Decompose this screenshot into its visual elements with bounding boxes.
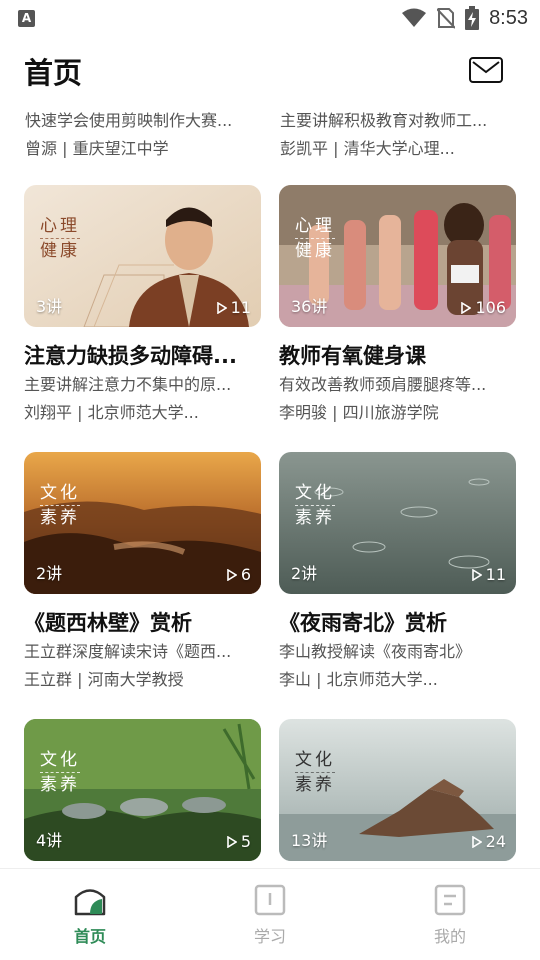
profile-icon [434,884,466,916]
tab-study[interactable]: 学习 [220,883,320,947]
battery-charging-icon [465,6,480,30]
category-line1: 文化 [40,483,80,503]
category-line2: 素养 [40,775,80,795]
category-divider [295,772,335,773]
status-bar: A 8:53 [0,0,540,36]
course-desc: 快速学会使用剪映制作大赛... [25,111,233,130]
lesson-count: 2讲 [36,564,63,583]
mail-icon[interactable] [469,57,503,83]
tab-study-label: 学习 [253,927,286,946]
category-tag: 心理 健康 [295,215,335,262]
app-notification-icon: A [18,10,35,27]
play-icon [471,568,482,581]
play-count: 24 [471,832,506,851]
course-feed[interactable]: 快速学会使用剪映制作大赛... 曾源 | 重庆望江中学 主要讲解积极教育对教师工… [0,100,540,865]
category-line2: 素养 [40,508,80,528]
book-icon [254,884,286,916]
category-line2: 健康 [40,241,80,261]
play-count-value: 24 [485,832,506,851]
course-card[interactable]: 主要讲解积极教育对教师工... 彭凯平 | 清华大学心理... [280,110,517,160]
course-thumbnail[interactable]: 文化 素养 13讲 24 [279,719,516,861]
course-desc: 主要讲解注意力不集中的原... [24,375,232,394]
course-desc: 王立群深度解读宋诗《题西... [24,642,232,661]
course-card[interactable]: 快速学会使用剪映制作大赛... 曾源 | 重庆望江中学 [25,110,262,160]
course-thumbnail[interactable]: 文化 素养 2讲 6 [24,452,261,594]
play-count: 11 [216,298,251,317]
course-title[interactable]: 《夜雨寄北》赏析 [279,609,516,637]
header: 首页 [0,40,540,100]
page-title: 首页 [24,56,83,90]
category-line2: 素养 [295,775,335,795]
status-time: 8:53 [489,6,528,29]
play-count-value: 11 [485,565,506,584]
tab-home[interactable]: 首页 [40,883,140,947]
course-meta: 彭凯平 | 清华大学心理... [280,139,455,158]
category-tag: 文化 素养 [40,482,80,529]
course-desc: 有效改善教师颈肩腰腿疼等... [279,375,487,394]
category-divider [295,238,335,239]
course-meta: 刘翔平 | 北京师范大学... [24,403,199,422]
category-tag: 文化 素养 [40,749,80,796]
play-count: 6 [227,565,251,584]
play-count: 106 [461,298,506,317]
course-desc: 主要讲解积极教育对教师工... [280,111,488,130]
course-title[interactable]: 注意力缺损多动障碍... [24,342,261,370]
play-icon [227,568,237,581]
play-count: 5 [227,832,251,851]
play-count-value: 6 [240,565,251,584]
course-card[interactable]: 文化 素养 2讲 6 《题西林壁》赏析 王立群深度解读宋诗《题西... 王立群 … [24,452,261,691]
category-divider [295,505,335,506]
category-line1: 心理 [295,216,335,236]
course-thumbnail[interactable]: 文化 素养 2讲 11 [279,452,516,594]
course-thumbnail[interactable]: 文化 素养 4讲 5 [24,719,261,861]
wifi-icon [402,8,427,27]
category-tag: 文化 素养 [295,749,335,796]
category-divider [40,772,80,773]
play-count-value: 5 [240,832,251,851]
lesson-count: 3讲 [36,297,63,316]
category-line1: 文化 [295,750,335,770]
play-icon [216,301,227,314]
course-title[interactable]: 《题西林壁》赏析 [24,609,261,637]
play-count: 11 [471,565,506,584]
status-indicators: 8:53 [401,6,528,30]
no-sim-icon [437,8,456,29]
play-icon [461,301,472,314]
course-meta: 李明骏 | 四川旅游学院 [279,403,439,422]
play-icon [227,835,237,848]
play-icon [471,835,482,848]
lesson-count: 2讲 [291,564,318,583]
category-tag: 文化 素养 [295,482,335,529]
category-line2: 素养 [295,508,335,528]
category-divider [40,505,80,506]
lesson-count: 36讲 [291,297,328,316]
course-thumbnail[interactable]: 心理 健康 3讲 11 [24,185,261,327]
bottom-tab-bar: 首页 学习 我的 [0,868,540,960]
category-line1: 心理 [40,216,80,236]
category-line1: 文化 [295,483,335,503]
course-meta: 李山 | 北京师范大学... [279,670,438,689]
course-card[interactable]: 文化 素养 2讲 11 《夜雨寄北》赏析 李山教授解读《夜雨寄北》 李山 | 北… [279,452,516,691]
course-card[interactable]: 心理 健康 3讲 11 注意力缺损多动障碍... 主要讲解注意力不集中的原...… [24,185,261,424]
course-card[interactable]: 文化 素养 13讲 24 [279,719,516,861]
home-icon [74,889,106,916]
tab-mine-label: 我的 [433,927,466,946]
category-tag: 心理 健康 [40,215,80,262]
play-count-value: 106 [475,298,506,317]
course-thumbnail[interactable]: 心理 健康 36讲 106 [279,185,516,327]
course-meta: 曾源 | 重庆望江中学 [25,139,169,158]
tab-home-label: 首页 [73,927,106,946]
category-divider [40,238,80,239]
course-desc: 李山教授解读《夜雨寄北》 [279,642,472,661]
course-card[interactable]: 心理 健康 36讲 106 教师有氧健身课 有效改善教师颈肩腰腿疼等... 李明… [279,185,516,424]
course-meta: 王立群 | 河南大学教授 [24,670,184,689]
play-count-value: 11 [230,298,251,317]
category-line2: 健康 [295,241,335,261]
tab-mine[interactable]: 我的 [400,883,500,947]
course-card[interactable]: 文化 素养 4讲 5 [24,719,261,861]
lesson-count: 13讲 [291,831,328,850]
lesson-count: 4讲 [36,831,63,850]
course-title[interactable]: 教师有氧健身课 [279,342,516,370]
category-line1: 文化 [40,750,80,770]
